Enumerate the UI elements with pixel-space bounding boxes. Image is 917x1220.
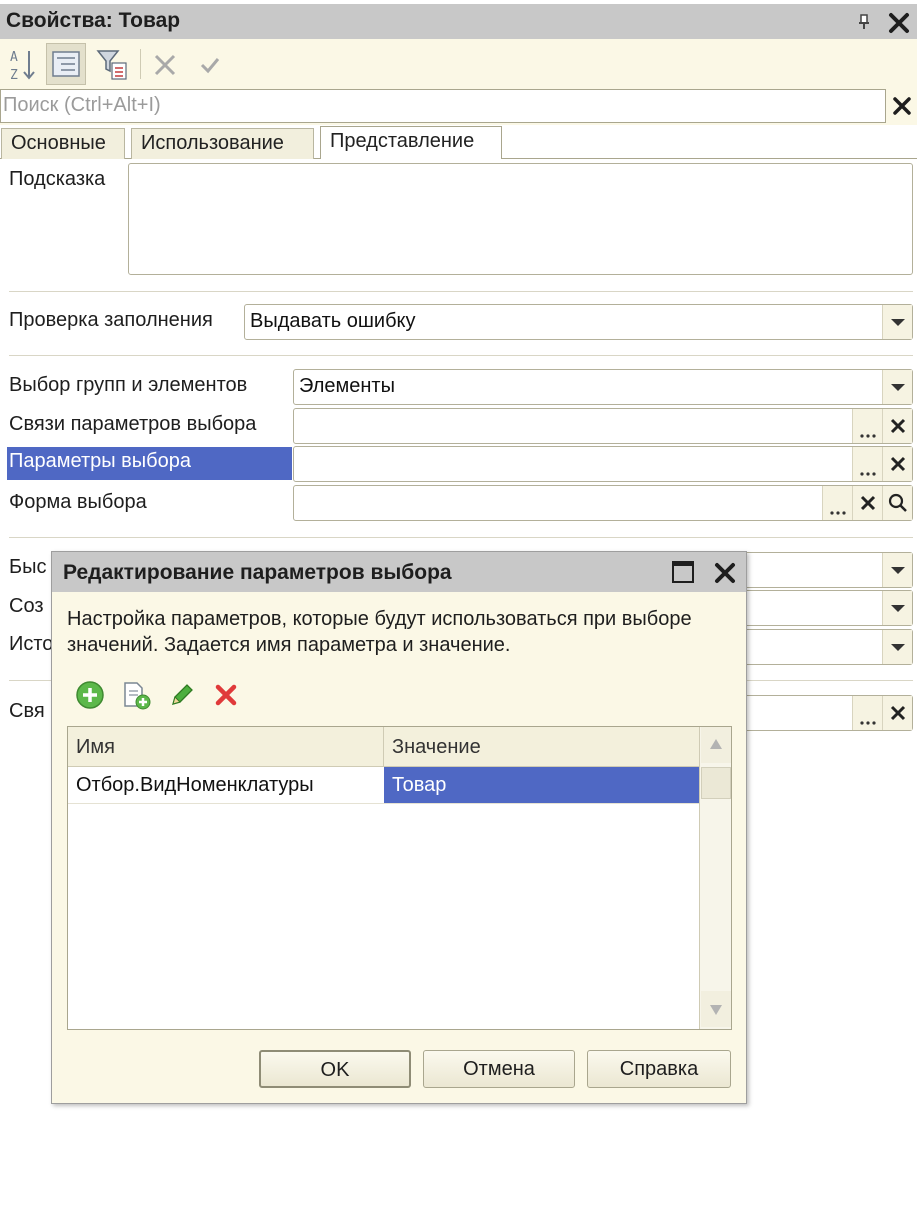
column-header-name[interactable]: Имя bbox=[68, 727, 383, 767]
clear-search-icon[interactable] bbox=[888, 91, 916, 121]
dialog-title: Редактирование параметров выбора bbox=[63, 561, 452, 584]
add-icon[interactable] bbox=[74, 679, 106, 711]
search-icon[interactable] bbox=[882, 486, 912, 520]
choice-params-field[interactable] bbox=[293, 446, 913, 482]
group-choice-select[interactable]: Элементы bbox=[293, 369, 913, 405]
pin-icon[interactable] bbox=[855, 13, 873, 31]
svg-text:Z: Z bbox=[10, 68, 18, 83]
clear-icon[interactable] bbox=[882, 409, 912, 443]
group-choice-dropdown[interactable] bbox=[882, 370, 912, 404]
ellipsis-icon[interactable] bbox=[852, 696, 882, 730]
copy-icon[interactable] bbox=[120, 679, 152, 711]
chevron-down-icon bbox=[891, 644, 905, 651]
hint-label: Подсказка bbox=[9, 168, 106, 190]
ellipsis-icon[interactable] bbox=[852, 447, 882, 481]
choice-params-dialog: Редактирование параметров выбора Настрой… bbox=[51, 551, 747, 1104]
fill-check-select[interactable]: Выдавать ошибку bbox=[244, 304, 913, 340]
fill-check-dropdown[interactable] bbox=[882, 305, 912, 339]
table-header: Имя Значение bbox=[68, 727, 699, 767]
search-input[interactable]: Поиск (Ctrl+Alt+I) bbox=[0, 89, 886, 123]
choice-params-label[interactable]: Параметры выбора bbox=[7, 447, 292, 480]
chevron-down-icon bbox=[891, 567, 905, 574]
group-choice-value: Элементы bbox=[299, 375, 395, 397]
vertical-scrollbar[interactable] bbox=[699, 727, 731, 1029]
tab-usage[interactable]: Использование bbox=[131, 128, 314, 159]
table-row[interactable]: Отбор.ВидНоменклатуры Товар bbox=[68, 767, 699, 804]
clear-icon[interactable] bbox=[882, 696, 912, 730]
dialog-titlebar: Редактирование параметров выбора bbox=[52, 552, 746, 592]
close-icon[interactable] bbox=[712, 560, 738, 586]
window-titlebar: Свойства: Товар bbox=[0, 4, 917, 39]
links-label: Свя bbox=[9, 700, 45, 722]
svg-text:A: A bbox=[10, 50, 18, 65]
fill-check-label: Проверка заполнения bbox=[9, 309, 213, 331]
maximize-icon[interactable] bbox=[672, 561, 694, 583]
scroll-up-icon[interactable] bbox=[701, 727, 731, 763]
group-choice-label: Выбор групп и элементов bbox=[9, 374, 248, 396]
section-divider bbox=[9, 355, 913, 356]
edit-icon[interactable] bbox=[166, 679, 198, 711]
choice-links-label: Связи параметров выбора bbox=[9, 413, 257, 435]
choice-form-field[interactable] bbox=[293, 485, 913, 521]
close-icon[interactable] bbox=[886, 10, 912, 36]
help-button[interactable]: Справка bbox=[587, 1050, 731, 1088]
history-dropdown[interactable] bbox=[882, 630, 912, 664]
create-on-input-label: Соз bbox=[9, 595, 44, 617]
params-table: Имя Значение Отбор.ВидНоменклатуры Товар bbox=[67, 726, 732, 1030]
window-title: Свойства: Товар bbox=[6, 9, 181, 32]
cell-value[interactable]: Товар bbox=[384, 767, 699, 803]
cancel-button[interactable]: Отмена bbox=[423, 1050, 575, 1088]
create-on-input-dropdown[interactable] bbox=[882, 591, 912, 625]
ellipsis-icon[interactable] bbox=[822, 486, 852, 520]
fast-choice-label: Быс bbox=[9, 556, 47, 578]
chevron-down-icon bbox=[891, 319, 905, 326]
chevron-down-icon bbox=[891, 384, 905, 391]
hint-textarea[interactable] bbox=[128, 163, 913, 275]
sort-az-icon[interactable]: A Z bbox=[3, 43, 43, 85]
choice-links-field[interactable] bbox=[293, 408, 913, 444]
choice-form-label: Форма выбора bbox=[9, 491, 147, 513]
search-row: Поиск (Ctrl+Alt+I) bbox=[0, 89, 917, 125]
clear-icon[interactable] bbox=[852, 486, 882, 520]
filter-icon[interactable] bbox=[92, 43, 132, 85]
tab-main[interactable]: Основные bbox=[1, 128, 125, 159]
toolbar-separator bbox=[140, 49, 141, 79]
cell-name[interactable]: Отбор.ВидНоменклатуры bbox=[68, 767, 383, 803]
section-divider bbox=[9, 537, 913, 538]
ellipsis-icon[interactable] bbox=[852, 409, 882, 443]
scroll-down-icon[interactable] bbox=[701, 991, 731, 1027]
delete-icon[interactable] bbox=[210, 679, 242, 711]
history-label: Исто bbox=[9, 633, 54, 655]
chevron-down-icon bbox=[891, 605, 905, 612]
properties-toolbar: A Z bbox=[0, 39, 917, 89]
fast-choice-dropdown[interactable] bbox=[882, 553, 912, 587]
apply-icon[interactable] bbox=[190, 43, 230, 85]
fill-check-value: Выдавать ошибку bbox=[250, 310, 416, 332]
ok-button[interactable]: OK bbox=[259, 1050, 411, 1088]
tab-presentation[interactable]: Представление bbox=[320, 126, 502, 159]
scroll-thumb[interactable] bbox=[701, 767, 731, 799]
clear-icon[interactable] bbox=[882, 447, 912, 481]
column-header-value[interactable]: Значение bbox=[384, 727, 699, 767]
section-divider bbox=[9, 291, 913, 292]
categories-icon[interactable] bbox=[46, 43, 86, 85]
dialog-description: Настройка параметров, которые будут испо… bbox=[67, 608, 692, 656]
cancel-icon[interactable] bbox=[145, 43, 185, 85]
